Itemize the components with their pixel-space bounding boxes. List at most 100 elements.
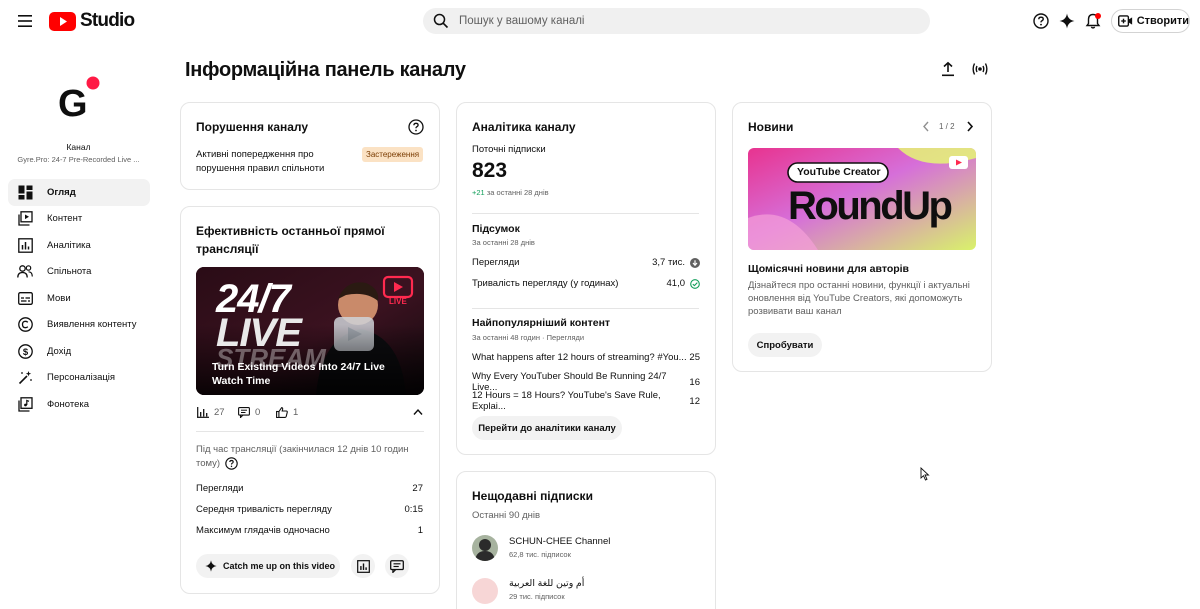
comment-icon — [390, 559, 404, 573]
sidebar-item-audio-library[interactable]: Фонотека — [8, 391, 150, 418]
sidebar-item-content[interactable]: Контент — [8, 206, 150, 233]
top-content-period: За останні 48 годин · Перегляди — [472, 333, 585, 342]
chevron-left-icon[interactable] — [922, 121, 930, 132]
help-circle-icon[interactable] — [225, 457, 238, 470]
summary-period: За останні 28 днів — [472, 238, 535, 247]
channel-avatar[interactable]: G — [56, 74, 104, 122]
news-card: Новини 1 / 2 YouTube Creator RoundUp Щом… — [732, 102, 992, 372]
trend-down-icon — [690, 257, 700, 268]
subs-value: 823 — [472, 159, 508, 182]
top-content-value: 16 — [689, 376, 700, 388]
news-image-title: RoundUp — [788, 184, 953, 228]
sparkle-icon[interactable] — [1056, 10, 1078, 32]
sidebar-item-analytics[interactable]: Аналітика — [8, 232, 150, 259]
subs-label: Поточні підписки — [472, 144, 546, 155]
catch-me-up-button[interactable]: Catch me up on this video — [196, 554, 340, 578]
chevron-right-icon[interactable] — [966, 121, 974, 132]
subscriber-name[interactable]: أم وتين للغة العربية — [509, 578, 584, 589]
subs-delta: +21 за останні 28 днів — [472, 188, 549, 197]
news-headline: Щомісячні новини для авторів — [748, 263, 910, 275]
content-icon — [17, 211, 33, 227]
help-circle-icon[interactable] — [408, 119, 424, 135]
summary-title: Підсумок — [472, 223, 520, 235]
news-image[interactable]: YouTube Creator RoundUp — [748, 148, 976, 250]
menu-icon[interactable] — [13, 9, 37, 33]
analytics-shortcut-button[interactable] — [351, 554, 375, 578]
dashboard-icon — [17, 184, 33, 200]
live-performance-card: Ефективність останньої прямої трансляції — [180, 206, 440, 594]
violations-title: Порушення каналу — [196, 120, 309, 134]
summary-row-value: 41,0 — [666, 278, 686, 289]
search-bar[interactable] — [423, 8, 930, 34]
live-video-thumbnail[interactable]: 24/7 LIVE STREAM LIVE Turn Existing Vide… — [196, 267, 424, 395]
create-button[interactable]: Створити — [1111, 9, 1190, 33]
sidebar-item-languages[interactable]: Мови — [8, 285, 150, 312]
summary-row-label: Перегляди — [472, 257, 520, 268]
search-input[interactable] — [459, 15, 889, 27]
try-button[interactable]: Спробувати — [748, 333, 822, 357]
upload-icon[interactable] — [936, 57, 960, 81]
top-content-row[interactable]: 12 Hours = 18 Hours? YouTube's Save Rule… — [472, 390, 700, 412]
recent-subs-title: Нещодавні підписки — [472, 489, 593, 503]
studio-logo[interactable]: Studio — [49, 10, 135, 32]
sidebar-item-customization[interactable]: Персоналізація — [8, 365, 150, 392]
sidebar-item-community[interactable]: Спільнота — [8, 259, 150, 286]
news-desc-line3: розвивати ваш канал — [748, 306, 842, 317]
notifications-icon[interactable] — [1082, 10, 1104, 32]
subscriber-avatar[interactable] — [472, 578, 498, 604]
live-stat-value: 27 — [412, 483, 423, 494]
sidebar-item-dashboard[interactable]: Огляд — [8, 179, 150, 206]
thumbnail-caption-line1: Turn Existing Videos Into 24/7 Live — [212, 361, 385, 373]
top-content-row[interactable]: What happens after 12 hours of streaming… — [472, 352, 700, 363]
divider — [472, 308, 699, 309]
sidebar-item-content-detection[interactable]: Виявлення контенту — [8, 312, 150, 339]
top-content-label: 12 Hours = 18 Hours? YouTube's Save Rule… — [472, 390, 661, 412]
bar-chart-icon — [197, 407, 209, 418]
news-image-tag: YouTube Creator — [797, 166, 881, 178]
live-stat-label: Максимум глядачів одночасно — [196, 525, 330, 536]
create-video-icon — [1118, 15, 1133, 27]
logo-text: Studio — [80, 10, 135, 31]
channel-caption: Канал — [66, 142, 91, 152]
live-stat-label: Середня тривалість перегляду — [196, 504, 332, 515]
live-title-line1: Ефективність останньої прямої — [196, 224, 385, 238]
page-title: Інформаційна панель каналу — [185, 59, 466, 81]
community-icon — [17, 264, 33, 280]
subscriber-name[interactable]: SCHUN-CHEE Channel — [509, 536, 610, 547]
go-to-analytics-button[interactable]: Перейти до аналітики каналу — [472, 416, 622, 440]
live-stat-row: Максимум глядачів одночасно 1 — [196, 525, 423, 536]
channel-name: Gyre.Pro: 24-7 Pre-Recorded Live ... — [17, 155, 140, 164]
copyright-icon — [17, 317, 33, 333]
thumbs-up-icon — [276, 407, 288, 418]
comments-shortcut-button[interactable] — [385, 554, 409, 578]
sparkle-icon — [205, 560, 217, 572]
violations-text-line1: Активні попередження про — [196, 149, 314, 160]
comments-metric: 0 — [238, 407, 260, 418]
thumbnail-live-tag: LIVE — [389, 297, 407, 306]
channel-analytics-card: Аналітика каналу Поточні підписки 823 +2… — [456, 102, 716, 455]
live-stat-row: Перегляди 27 — [196, 483, 423, 494]
sidebar-item-label: Виявлення контенту — [47, 319, 137, 331]
top-content-value: 12 — [689, 395, 700, 407]
help-icon[interactable] — [1030, 10, 1052, 32]
warning-badge: Застереження — [362, 147, 424, 162]
analytics-icon — [356, 559, 370, 573]
collapse-chevron-icon[interactable] — [413, 408, 423, 416]
sidebar-item-label: Контент — [47, 213, 83, 225]
sidebar-item-label: Персоналізація — [47, 372, 116, 384]
subscriber-subs: 62,8 тис. підписок — [509, 550, 571, 559]
comments-count: 0 — [255, 407, 261, 418]
earn-icon: $ — [17, 343, 33, 359]
check-circle-icon — [690, 278, 700, 289]
sidebar-item-earn[interactable]: $ Дохід — [8, 338, 150, 365]
likes-count: 1 — [293, 407, 299, 418]
views-count: 27 — [214, 407, 225, 418]
analytics-title: Аналітика каналу — [472, 120, 576, 134]
top-content-label: What happens after 12 hours of streaming… — [472, 352, 687, 363]
summary-row-label: Тривалість перегляду (у годинах) — [472, 278, 619, 289]
search-icon — [433, 13, 449, 29]
go-live-icon[interactable] — [968, 57, 992, 81]
summary-row-value: 3,7 тис. — [652, 257, 685, 268]
sidebar-item-label: Огляд — [47, 186, 76, 198]
subscriber-avatar[interactable] — [472, 535, 498, 561]
